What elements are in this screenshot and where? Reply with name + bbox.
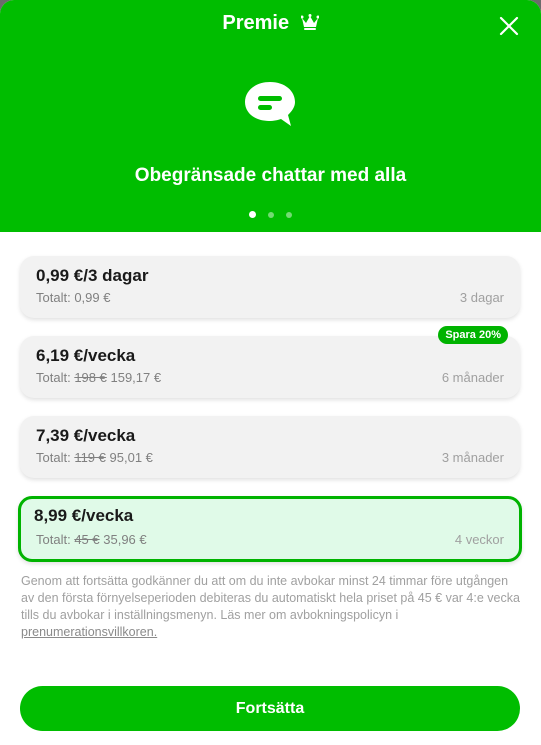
plan-price: 7,39 €/vecka <box>36 426 136 445</box>
title-row: Premie <box>0 12 541 35</box>
legal-body: Genom att fortsätta godkänner du att om … <box>21 574 520 622</box>
plan-total: Totalt: 119 € 95,01 € <box>36 450 153 465</box>
plan-price: 8,99 €/vecka <box>34 506 134 525</box>
plan-option-4-weeks[interactable]: 8,99 €/vecka Totalt: 45 € 35,96 € 4 veck… <box>18 496 522 562</box>
plan-total: Totalt: 198 € 159,17 € <box>36 370 161 385</box>
carousel-dot-2[interactable] <box>268 212 274 218</box>
carousel-dots <box>0 211 541 218</box>
plan-duration: 3 månader <box>441 450 504 465</box>
plan-old-total: 198 € <box>74 370 107 385</box>
plan-total-value: 0,99 € <box>74 290 111 305</box>
save-badge: Spara 20% <box>438 326 508 344</box>
plan-total-label: Totalt: <box>36 450 71 465</box>
plan-old-total: 45 € <box>74 532 100 547</box>
plan-old-total: 119 € <box>74 450 106 465</box>
plan-option-6-months[interactable]: Spara 20% 6,19 €/vecka Totalt: 198 € 159… <box>20 326 520 398</box>
modal-title: Premie <box>222 12 290 35</box>
plan-total-value: 159,17 € <box>110 370 162 385</box>
feature-text: Obegränsade chattar med alla <box>134 165 407 186</box>
plan-total-label: Totalt: <box>36 532 71 547</box>
plan-total: Totalt: 45 € 35,96 € <box>36 532 147 547</box>
plan-list: 0,99 €/3 dagar Totalt: 0,99 € 3 dagar Sp… <box>18 256 522 580</box>
premium-modal: Premie Obegränsade chattar med alla 0,99… <box>0 0 541 745</box>
legal-text: Genom att fortsätta godkänner du att om … <box>21 573 521 641</box>
plan-total-value: 95,01 € <box>109 450 153 465</box>
crown-icon <box>300 13 319 30</box>
plan-duration: 3 dagar <box>459 290 504 305</box>
plan-duration: 4 veckor <box>454 532 504 547</box>
terms-link[interactable]: prenumerationsvillkoren. <box>21 625 157 639</box>
carousel-dot-3[interactable] <box>286 212 292 218</box>
chat-bubble-icon <box>245 82 295 126</box>
plan-total: Totalt: 0,99 € <box>36 290 110 305</box>
plan-price: 6,19 €/vecka <box>36 346 136 365</box>
premium-header: Premie Obegränsade chattar med alla <box>0 0 541 232</box>
plan-duration: 6 månader <box>441 370 504 385</box>
plan-total-value: 35,96 € <box>103 532 147 547</box>
carousel-dot-1[interactable] <box>249 211 256 218</box>
plan-option-3-months[interactable]: 7,39 €/vecka Totalt: 119 € 95,01 € 3 mån… <box>20 416 520 478</box>
continue-button[interactable]: Fortsätta <box>20 686 520 731</box>
plan-total-label: Totalt: <box>36 290 71 305</box>
plan-total-label: Totalt: <box>36 370 71 385</box>
plan-option-3-days[interactable]: 0,99 €/3 dagar Totalt: 0,99 € 3 dagar <box>20 256 520 318</box>
close-icon[interactable] <box>499 16 519 36</box>
plan-price: 0,99 €/3 dagar <box>36 266 149 285</box>
